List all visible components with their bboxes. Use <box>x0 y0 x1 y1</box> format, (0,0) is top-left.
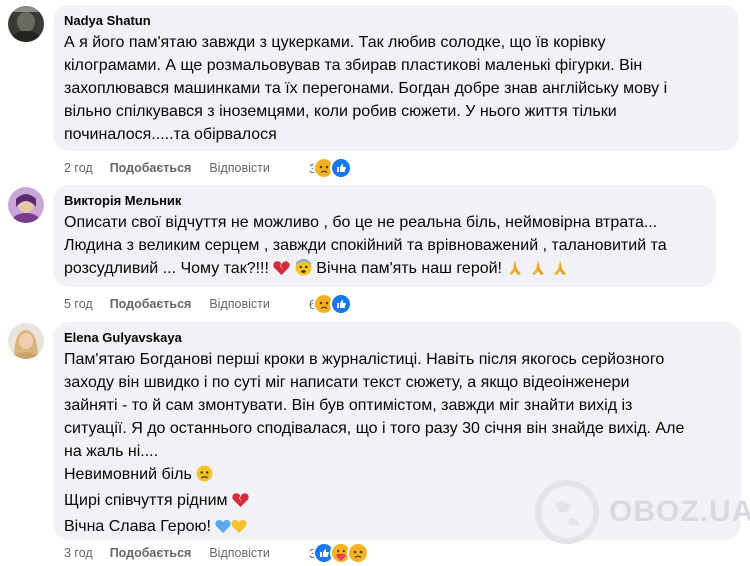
comment-line-text: розсудливий ... Чому так?!!! <box>64 260 269 277</box>
comment-line-text: Вічна пам'ять наш герой! <box>316 260 502 277</box>
comment-time[interactable]: 3 год <box>64 546 93 560</box>
globe-icon <box>535 480 599 544</box>
comment-line: вільно спілкувався з іноземцями, коли ро… <box>64 103 617 120</box>
comment-line: на жаль ні.... <box>64 443 159 460</box>
reaction-summary[interactable]: 6 <box>309 293 353 315</box>
anxious-face-icon <box>295 259 312 283</box>
like-button[interactable]: Подобається <box>110 161 192 175</box>
comment-text: Описати свої відчуття не можливо , бо це… <box>64 211 704 283</box>
avatar[interactable] <box>8 323 44 359</box>
comment-text: А я його пам'ятаю завжди з цукерками. Та… <box>64 31 727 146</box>
like-button[interactable]: Подобається <box>110 297 192 311</box>
comment-time[interactable]: 5 год <box>64 297 93 311</box>
broken-heart-icon <box>273 260 291 283</box>
yellow-heart-icon <box>231 518 247 541</box>
comment-actions: 5 год Подобається Відповісти <box>64 293 270 315</box>
comment-line: Описати свої відчуття не можливо , бо це… <box>64 214 658 231</box>
comment-bubble: Викторія Мельник Описати свої відчуття н… <box>53 185 716 287</box>
comment-bubble: Nadya Shatun А я його пам'ятаю завжди з … <box>53 5 739 151</box>
reaction-summary[interactable]: 3 <box>309 542 370 564</box>
sad-tear-face-icon <box>196 465 213 489</box>
folded-hands-icon <box>551 259 569 283</box>
comment-line: А я його пам'ятаю завжди з цукерками. Та… <box>64 34 606 51</box>
comment-actions: 3 год Подобається Відповісти <box>64 542 270 564</box>
comment-time[interactable]: 2 год <box>64 161 93 175</box>
comment-author[interactable]: Викторія Мельник <box>64 192 704 209</box>
folded-hands-icon <box>529 259 547 283</box>
blue-heart-icon <box>215 518 231 541</box>
comment-line: розсудливий ... Чому так?!!! Вічна пам'я… <box>64 257 704 283</box>
comment-line: захоплювався машинками та їх перегонами.… <box>64 80 668 97</box>
avatar[interactable] <box>8 6 44 42</box>
comment-line-text: Невимовний біль <box>64 466 192 483</box>
comment-line: кілограмами. А ще розмальовував та збира… <box>64 57 643 74</box>
reaction-summary[interactable]: 3 <box>309 157 353 179</box>
comment-line: починалося.....та обірвалося <box>64 126 277 143</box>
sad-reaction-icon <box>347 542 370 564</box>
comment-line: Пам'ятаю Богданові перші кроки в журналі… <box>64 351 665 368</box>
comment-line: зайняті - то й сам змонтувати. Він був о… <box>64 397 633 414</box>
comment-line: Людина з великим серцем , завжди спокійн… <box>64 237 667 254</box>
comment-line: заходу він швидко і по суті міг написати… <box>64 374 630 391</box>
watermark: OBOZ.UA <box>535 480 750 544</box>
reply-button[interactable]: Відповісти <box>209 161 270 175</box>
avatar[interactable] <box>8 187 44 223</box>
comment-line-text: Вічна Слава Герою! <box>64 518 211 535</box>
comment-line-text: Щирі співчуття рідним <box>64 492 228 509</box>
comment-actions: 2 год Подобається Відповісти <box>64 157 270 179</box>
comment-line: ситуації. Я до останнього сподівалася, щ… <box>64 420 685 437</box>
like-reaction-icon <box>330 157 353 179</box>
reply-button[interactable]: Відповісти <box>209 546 270 560</box>
folded-hands-icon <box>506 259 524 283</box>
comment-author[interactable]: Elena Gulyavskaya <box>64 329 729 346</box>
like-button[interactable]: Подобається <box>110 546 192 560</box>
broken-heart-icon <box>232 492 249 515</box>
watermark-text: OBOZ.UA <box>609 495 750 528</box>
comment-author[interactable]: Nadya Shatun <box>64 12 727 29</box>
reply-button[interactable]: Відповісти <box>209 297 270 311</box>
like-reaction-icon <box>330 293 353 315</box>
